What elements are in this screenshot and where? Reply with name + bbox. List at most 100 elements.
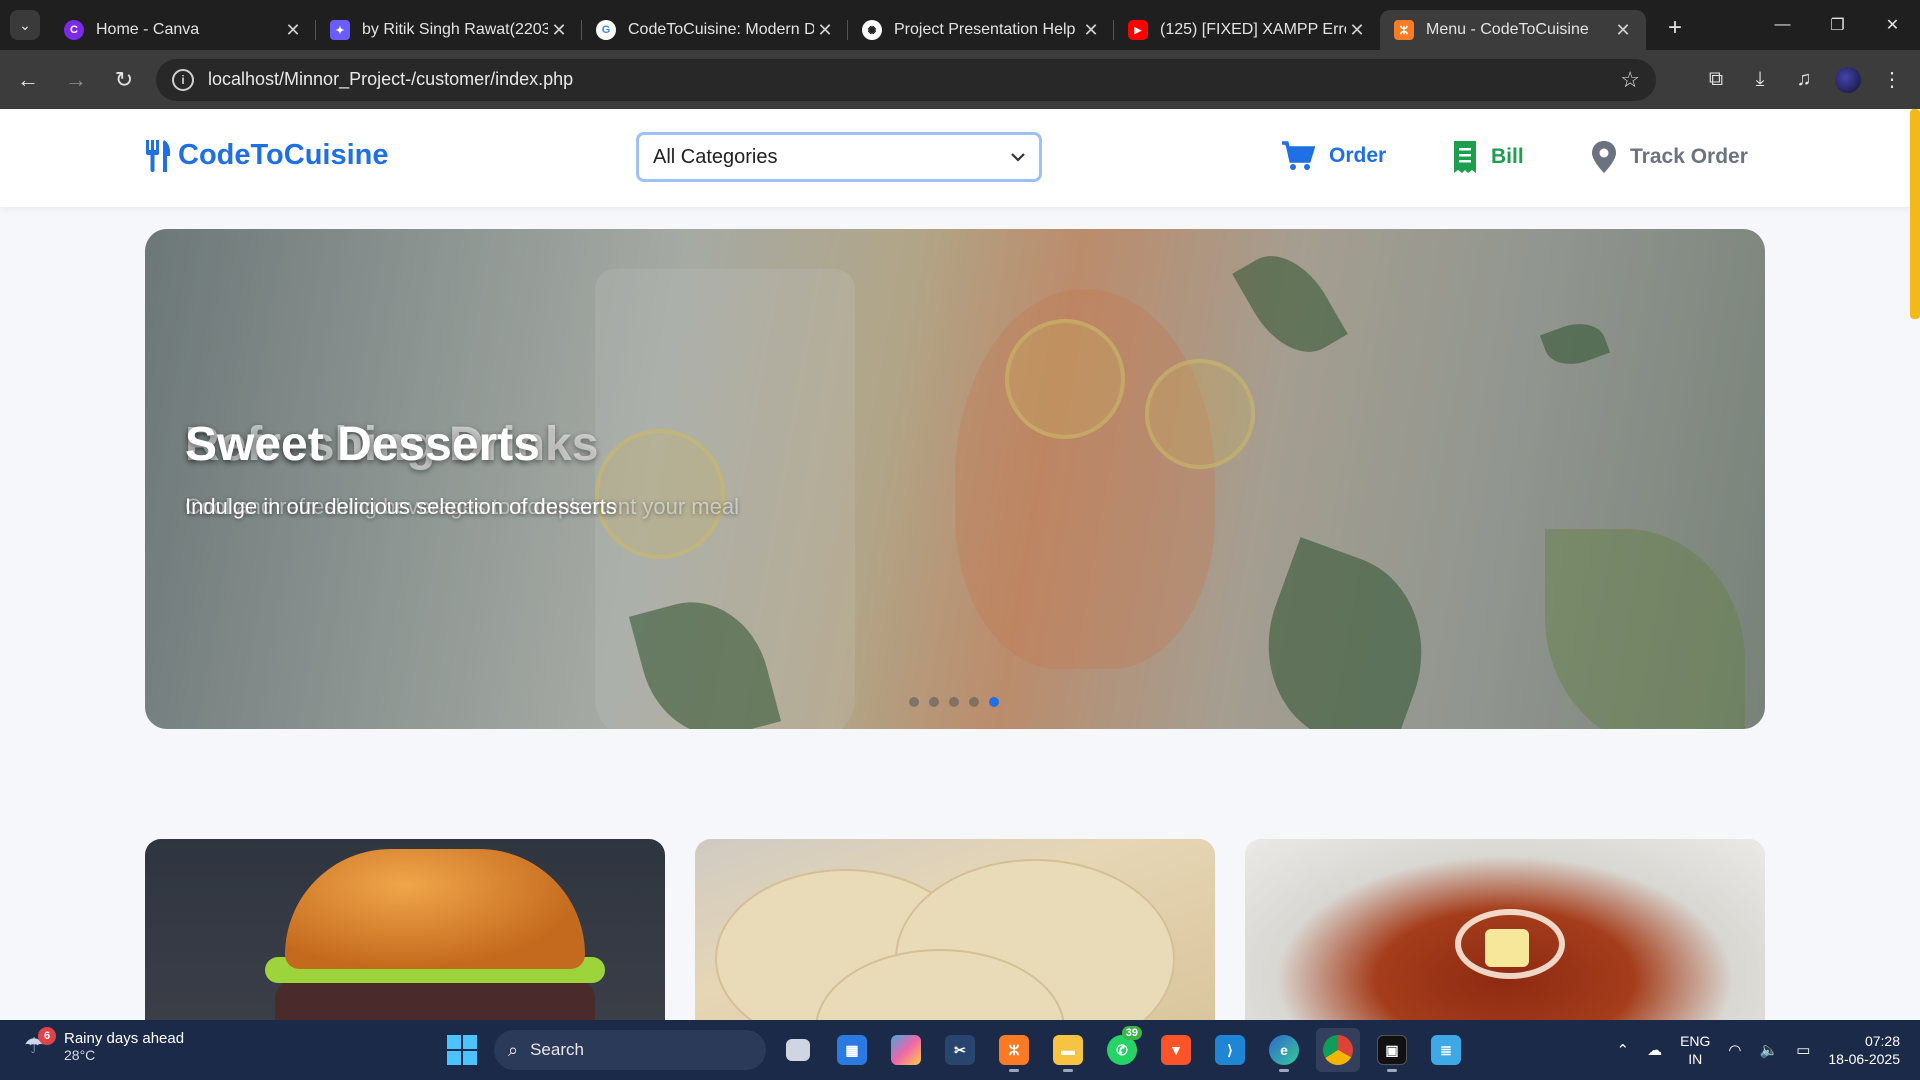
tab-canva[interactable]: C Home - Canva ✕: [50, 10, 316, 50]
browser-toolbar: ← → ↻ i localhost/Minnor_Project-/custom…: [0, 50, 1920, 109]
microsoft-store-icon[interactable]: ▦: [830, 1028, 874, 1072]
terminal-app-icon[interactable]: ▣: [1370, 1028, 1414, 1072]
brand-name: CodeToCuisine: [178, 139, 389, 171]
back-button[interactable]: ←: [8, 60, 48, 100]
start-button[interactable]: [440, 1028, 484, 1072]
close-icon[interactable]: ✕: [814, 20, 836, 41]
wifi-icon[interactable]: ◠: [1728, 1041, 1741, 1059]
minimize-button[interactable]: —: [1755, 0, 1810, 50]
windows-logo-icon: [447, 1035, 477, 1065]
close-icon[interactable]: ✕: [548, 20, 570, 41]
toolbar-icons: ⧉ ⤓ ♫ ⋮: [1698, 50, 1910, 109]
language-code: ENG: [1680, 1033, 1711, 1049]
volume-icon[interactable]: 🔈: [1760, 1041, 1779, 1059]
hero-title: Sweet Desserts: [185, 418, 540, 471]
hero-carousel[interactable]: Refreshing Drinks Sweet Desserts Cool an…: [145, 229, 1765, 729]
close-icon[interactable]: ✕: [282, 20, 304, 41]
page-viewport: CodeToCuisine All Categories Order Bill: [0, 109, 1920, 1020]
chevron-up-icon[interactable]: ⌃: [1616, 1041, 1629, 1059]
tab-title: (125) [FIXED] XAMPP Error: [1160, 21, 1346, 38]
page-scrollbar[interactable]: [1910, 109, 1920, 319]
menu-card-roti[interactable]: [695, 839, 1215, 1020]
weather-title: Rainy days ahead: [64, 1030, 185, 1047]
arrow-left-icon: ←: [17, 66, 39, 92]
tab-ritik[interactable]: ✦ by Ritik Singh Rawat(22038 ✕: [316, 10, 582, 50]
window-controls: — ❐ ✕: [1755, 0, 1920, 50]
umbrella-icon: ☂ 6: [24, 1026, 56, 1061]
nav-bill-link[interactable]: Bill: [1453, 141, 1524, 173]
language-indicator[interactable]: ENG IN: [1680, 1032, 1710, 1068]
address-bar[interactable]: i localhost/Minnor_Project-/customer/ind…: [156, 58, 1656, 101]
carousel-dot[interactable]: [949, 697, 959, 707]
tab-search-button[interactable]: ⌄: [10, 10, 40, 40]
utensils-icon: [146, 139, 171, 172]
cart-icon: [1282, 141, 1315, 170]
tab-google[interactable]: G CodeToCuisine: Modern Di ✕: [582, 10, 848, 50]
clock-time: 07:28: [1864, 1033, 1900, 1049]
new-tab-button[interactable]: +: [1658, 11, 1692, 45]
chevron-down-icon: [1011, 149, 1025, 165]
nav-order-link[interactable]: Order: [1281, 141, 1386, 171]
file-explorer-icon[interactable]: ▬: [1046, 1028, 1090, 1072]
vscode-icon[interactable]: ⟩: [1208, 1028, 1252, 1072]
battery-icon[interactable]: ▭: [1796, 1041, 1810, 1059]
close-icon[interactable]: ✕: [1612, 20, 1634, 41]
windows-taskbar: ☂ 6 Rainy days ahead 28°C ⌕ Search ▦ ✂ ⵣ…: [0, 1020, 1920, 1080]
carousel-dot[interactable]: [969, 697, 979, 707]
tab-chatgpt[interactable]: ✺ Project Presentation Help ✕: [848, 10, 1114, 50]
nav-track-order-link[interactable]: Track Order: [1592, 141, 1748, 173]
site-info-icon[interactable]: i: [172, 68, 194, 91]
taskbar-search[interactable]: ⌕ Search: [494, 1030, 766, 1070]
burger-image: [285, 849, 585, 969]
menu-kebab-icon[interactable]: ⋮: [1874, 62, 1910, 98]
weather-widget[interactable]: ☂ 6 Rainy days ahead 28°C: [24, 1026, 185, 1063]
notepad-icon[interactable]: ≣: [1424, 1028, 1468, 1072]
task-view-icon[interactable]: [776, 1028, 820, 1072]
url-text: localhost/Minnor_Project-/customer/index…: [208, 69, 574, 89]
copilot-icon[interactable]: [884, 1028, 928, 1072]
plus-icon: +: [1667, 14, 1682, 41]
tab-title: by Ritik Singh Rawat(22038: [362, 21, 548, 38]
search-icon: ⌕: [508, 1039, 519, 1060]
taskbar-search-label: Search: [530, 1040, 584, 1059]
restore-button[interactable]: ❐: [1810, 0, 1865, 50]
profile-avatar[interactable]: [1830, 62, 1866, 98]
tab-title: Menu - CodeToCuisine: [1426, 21, 1589, 38]
downloads-icon[interactable]: ⤓: [1742, 62, 1778, 98]
tab-youtube[interactable]: ▶ (125) [FIXED] XAMPP Error ✕: [1114, 10, 1380, 50]
edge-browser-icon[interactable]: e: [1262, 1028, 1306, 1072]
carousel-dot[interactable]: [929, 697, 939, 707]
close-icon[interactable]: ✕: [1080, 20, 1102, 41]
tab-menu-codetocuisine[interactable]: ⵣ Menu - CodeToCuisine ✕: [1380, 10, 1646, 50]
category-select[interactable]: All Categories: [636, 132, 1042, 182]
weather-temp: 28°C: [64, 1047, 96, 1063]
gemini-favicon-icon: ✦: [330, 20, 350, 40]
chrome-browser-icon[interactable]: [1316, 1028, 1360, 1072]
system-tray: ⌃ ☁ ENG IN ◠ 🔈 ▭ 07:28 18-06-2025: [1616, 1020, 1900, 1080]
clock[interactable]: 07:28 18-06-2025: [1828, 1032, 1900, 1068]
brave-browser-icon[interactable]: ▼: [1154, 1028, 1198, 1072]
youtube-favicon-icon: ▶: [1128, 20, 1148, 40]
whatsapp-unread-badge: 39: [1121, 1026, 1142, 1040]
site-logo[interactable]: CodeToCuisine: [144, 139, 389, 172]
xampp-favicon-icon: ⵣ: [1394, 20, 1414, 40]
carousel-dot-active[interactable]: [989, 697, 999, 707]
carousel-dot[interactable]: [909, 697, 919, 707]
whatsapp-icon[interactable]: ✆ 39: [1100, 1026, 1144, 1072]
hero-subtitle: Indulge in our delicious selection of de…: [185, 494, 617, 519]
reload-button[interactable]: ↻: [104, 60, 144, 100]
forward-button[interactable]: →: [56, 60, 96, 100]
bookmark-star-icon[interactable]: ☆: [1620, 67, 1640, 93]
menu-card-dal-makhani[interactable]: [1245, 839, 1765, 1020]
media-controls-icon[interactable]: ♫: [1786, 62, 1822, 98]
onedrive-icon[interactable]: ☁: [1647, 1041, 1662, 1059]
menu-card-burger[interactable]: [145, 839, 665, 1020]
nav-track-label: Track Order: [1630, 145, 1748, 168]
close-icon[interactable]: ✕: [1346, 20, 1368, 41]
extensions-icon[interactable]: ⧉: [1698, 62, 1734, 98]
xampp-icon[interactable]: ⵣ: [992, 1028, 1036, 1072]
close-window-button[interactable]: ✕: [1865, 0, 1920, 50]
snipping-tool-icon[interactable]: ✂: [938, 1028, 982, 1072]
receipt-icon: [1454, 141, 1476, 173]
browser-tab-strip: ⌄ C Home - Canva ✕ ✦ by Ritik Singh Rawa…: [0, 0, 1920, 50]
